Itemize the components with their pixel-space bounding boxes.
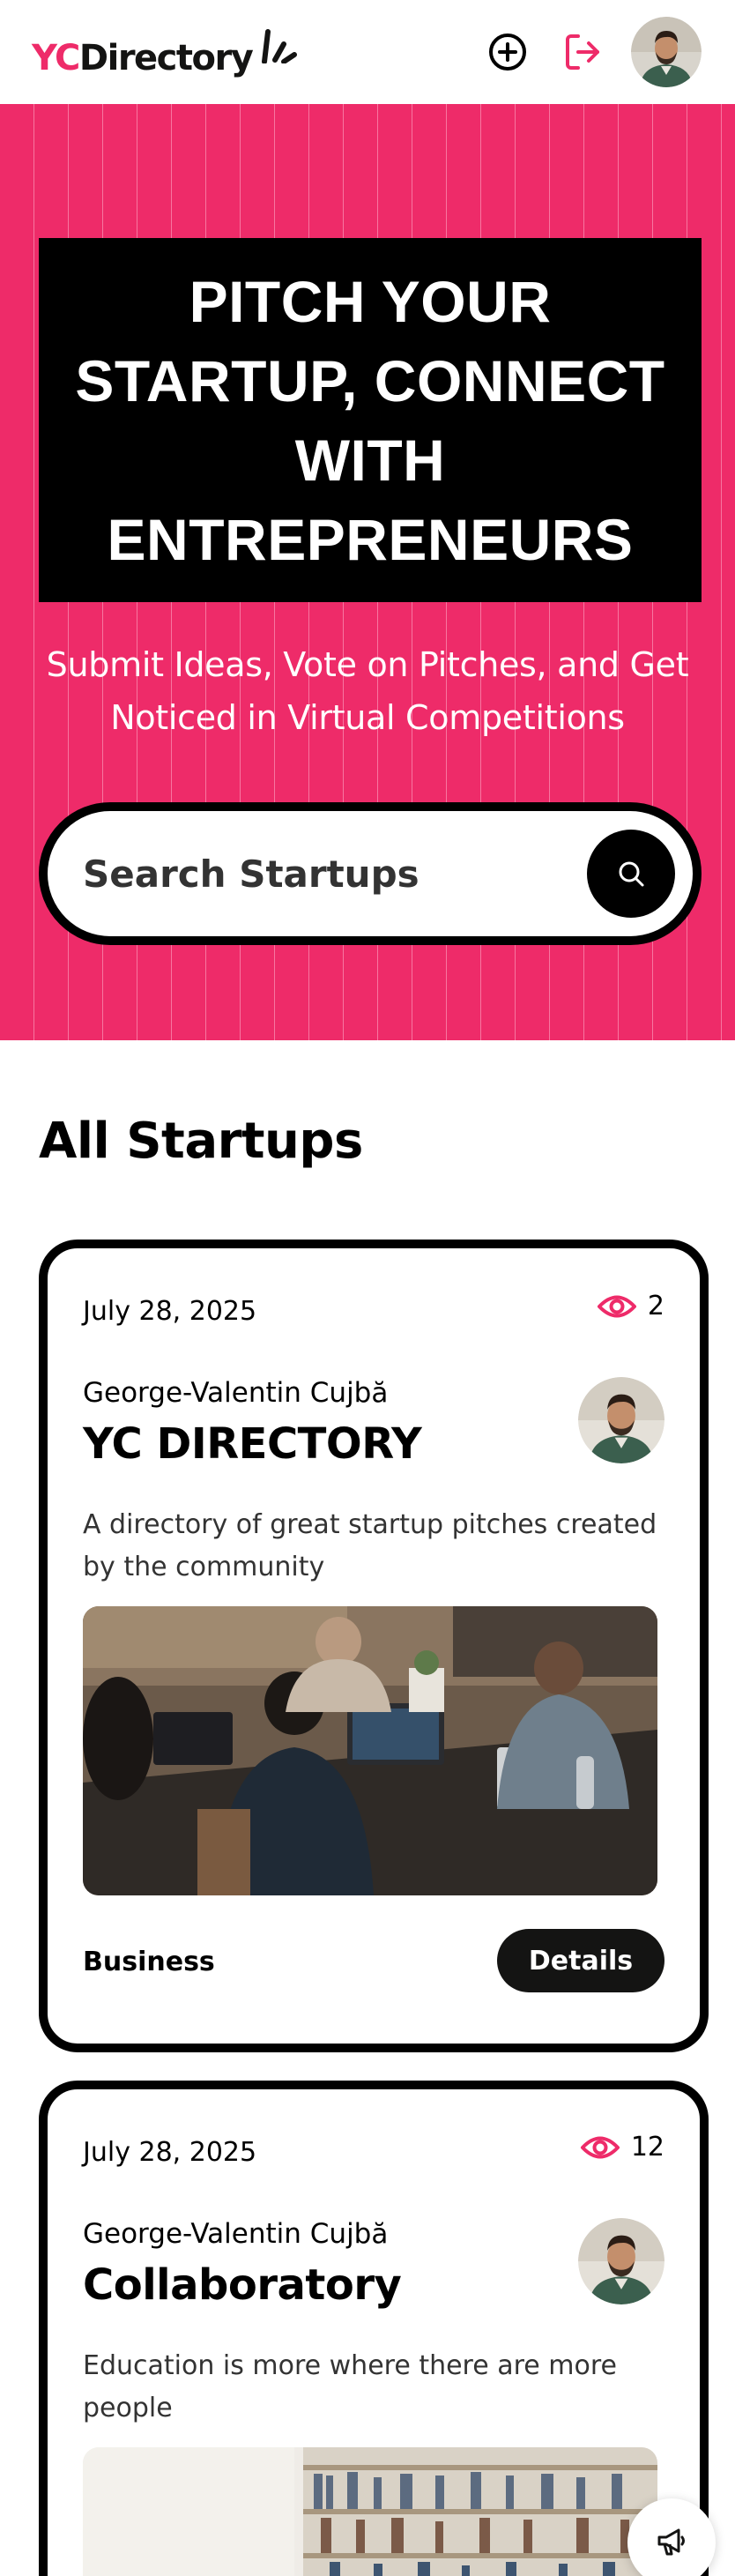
logo-suffix: Directory: [78, 38, 254, 78]
startup-photo: [83, 2447, 657, 2576]
startup-card: July 28, 2025 2 George-Valentin Cujbă YC…: [39, 1240, 709, 2052]
startup-photo: [83, 1606, 657, 1895]
nav-actions: [483, 17, 702, 87]
startup-description: A directory of great startup pitches cre…: [83, 1509, 657, 1582]
startup-card: July 28, 2025 12 George-Valentin Cujbă C…: [39, 2081, 709, 2576]
logout-icon: [566, 34, 599, 70]
startup-date: July 28, 2025: [83, 1296, 257, 1327]
author-avatar-image: [578, 2218, 664, 2304]
eye-icon: [597, 1295, 636, 1317]
user-avatar[interactable]: [631, 17, 702, 87]
create-startup-button[interactable]: [483, 27, 532, 77]
startup-views: 2: [597, 1291, 664, 1322]
eye-icon: [580, 2136, 620, 2158]
startup-title: Collaboratory: [83, 2260, 402, 2310]
logo-prefix: YC: [32, 38, 80, 78]
user-avatar-image: [631, 17, 702, 87]
startup-description: Education is more where there are more p…: [83, 2350, 617, 2423]
startup-title: YC DIRECTORY: [83, 1419, 422, 1469]
search-icon: [619, 861, 644, 887]
startup-date: July 28, 2025: [83, 2137, 257, 2168]
hero-subheading: Submit Ideas, Vote on Pitches, and Get N…: [46, 645, 689, 737]
startup-image[interactable]: [83, 2447, 657, 2576]
startup-views: 12: [580, 2132, 664, 2163]
logout-button[interactable]: [559, 27, 608, 77]
views-count: 2: [647, 1291, 664, 1322]
search-input[interactable]: [83, 852, 559, 896]
search-button[interactable]: [587, 830, 675, 918]
search-form: [39, 802, 702, 945]
navbar: YC Directory: [0, 0, 735, 104]
startup-image[interactable]: [83, 1606, 657, 1895]
details-button[interactable]: Details: [497, 1929, 664, 1992]
startup-author[interactable]: George-Valentin Cujbă: [83, 1377, 388, 1409]
author-avatar[interactable]: [578, 2218, 664, 2304]
startup-author[interactable]: George-Valentin Cujbă: [83, 2218, 388, 2250]
plus-circle-icon: [489, 34, 526, 71]
startup-category[interactable]: Business: [83, 1947, 215, 1977]
hero-heading: Pitch Your Startup, Connect With Entrepr…: [75, 268, 665, 572]
megaphone-icon: [657, 2528, 685, 2556]
hero-section: Pitch Your Startup, Connect With Entrepr…: [0, 104, 735, 1040]
logo[interactable]: YC Directory: [32, 28, 298, 76]
author-avatar-image: [578, 1377, 664, 1463]
author-avatar[interactable]: [578, 1377, 664, 1463]
hero-heading-box: Pitch Your Startup, Connect With Entrepr…: [39, 238, 702, 602]
logo-sparkle-icon: [262, 29, 298, 63]
section-title: All Startups: [39, 1113, 363, 1170]
views-count: 12: [630, 2132, 664, 2163]
